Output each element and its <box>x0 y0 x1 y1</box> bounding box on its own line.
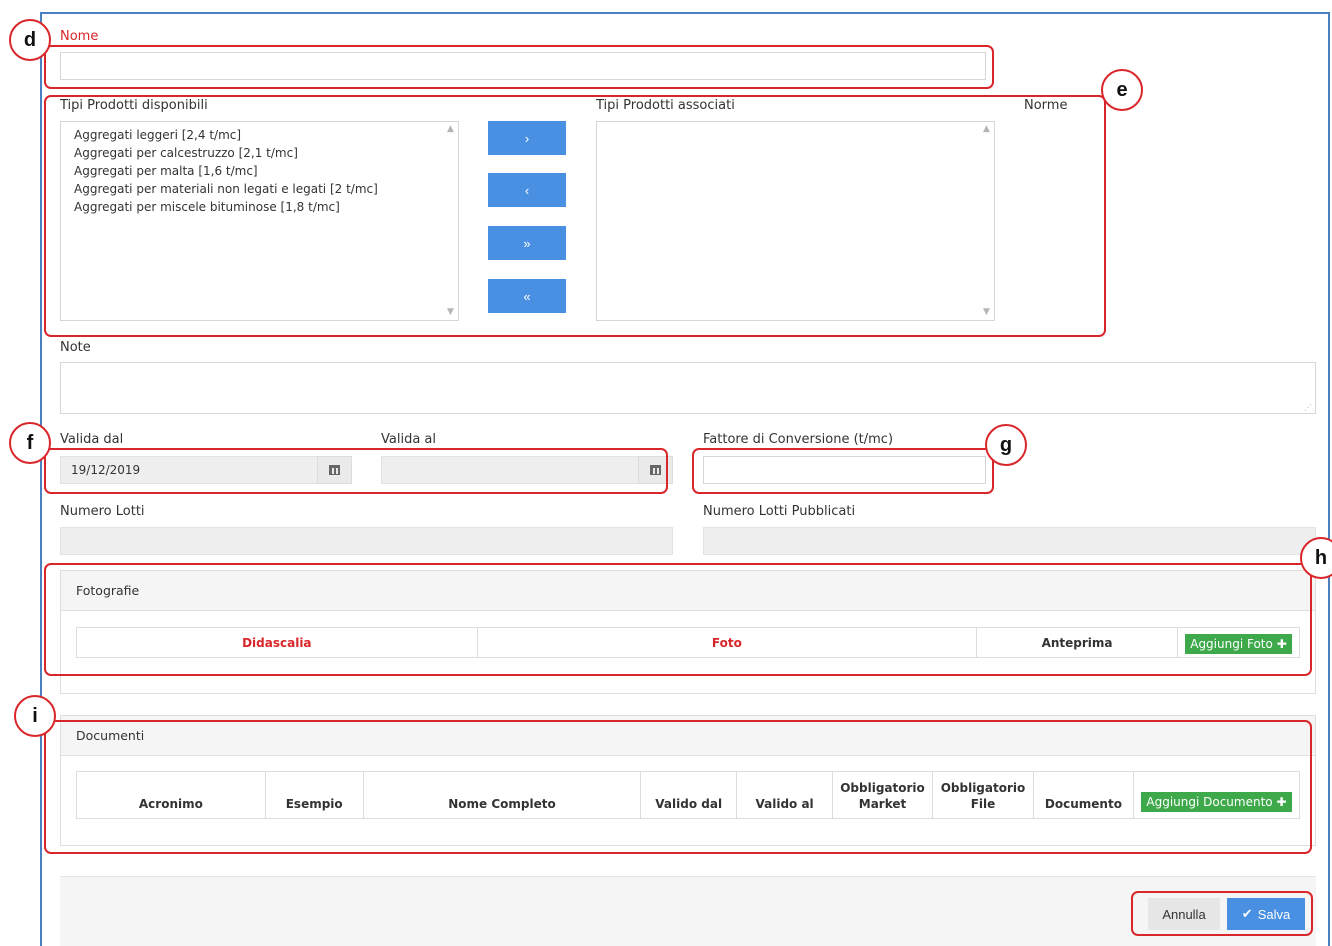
valida-al-label: Valida al <box>381 432 437 447</box>
callout-badge-f: f <box>9 422 51 464</box>
numero-lotti-label: Numero Lotti <box>60 504 145 519</box>
callout-box-e <box>44 95 1106 337</box>
nome-label: Nome <box>60 29 99 44</box>
callout-box-g <box>692 448 994 494</box>
callout-badge-e: e <box>1101 69 1143 111</box>
callout-box-d <box>44 45 994 89</box>
callout-box-buttons <box>1131 891 1313 936</box>
note-label: Note <box>60 340 91 355</box>
fattore-label: Fattore di Conversione (t/mc) <box>703 432 894 447</box>
numero-lotti-field <box>60 527 673 555</box>
callout-badge-i: i <box>14 695 56 737</box>
numero-lotti-pubblicati-field <box>703 527 1316 555</box>
numero-lotti-pubblicati-label: Numero Lotti Pubblicati <box>703 504 856 519</box>
callout-box-f <box>44 448 668 494</box>
form-footer <box>60 876 1316 946</box>
callout-box-h <box>44 563 1312 676</box>
note-textarea[interactable]: ⋰ <box>60 362 1316 414</box>
callout-badge-d: d <box>9 19 51 61</box>
callout-box-i <box>44 720 1312 854</box>
resize-handle-icon[interactable]: ⋰ <box>1304 403 1312 412</box>
valida-dal-label: Valida dal <box>60 432 124 447</box>
callout-badge-g: g <box>985 424 1027 466</box>
